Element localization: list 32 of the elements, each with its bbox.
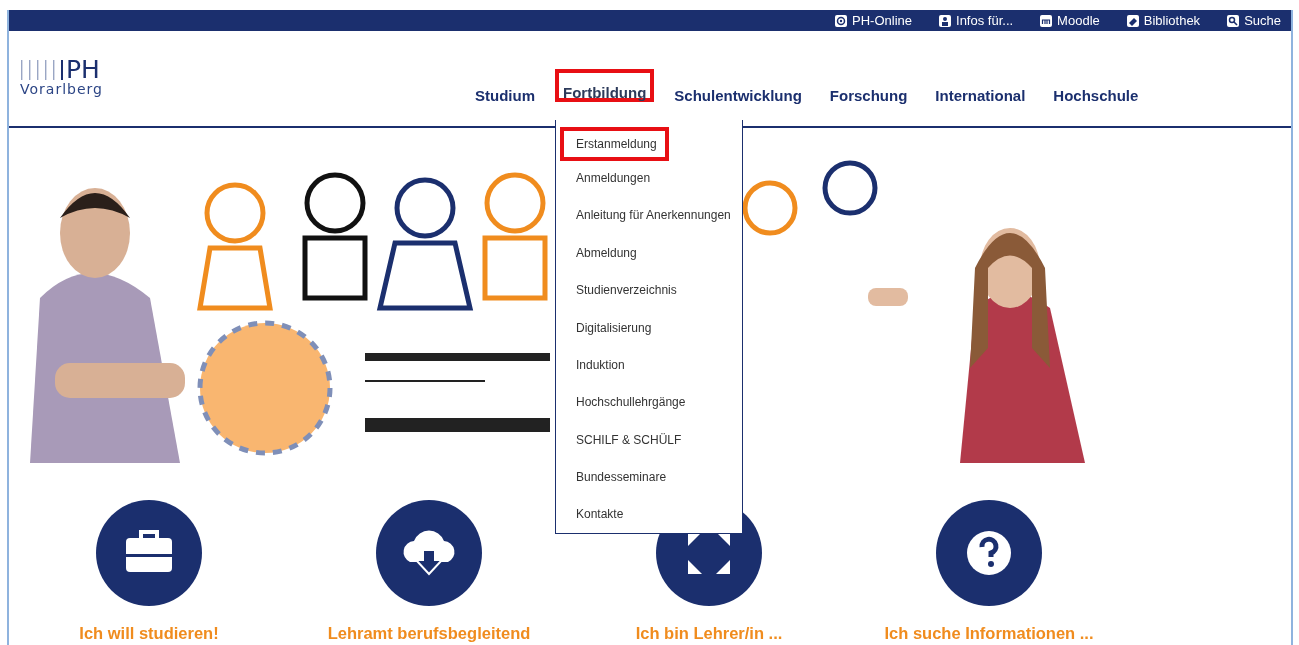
top-link[interactable]: Bibliothek [1126,13,1201,28]
top-link[interactable]: Suche [1227,13,1281,28]
menu-item[interactable]: Erstanmeldung [576,136,657,151]
menu-item[interactable]: SCHILF & SCHÜLF [576,432,682,447]
logo-mark[interactable]: PH [66,59,100,81]
menu-item[interactable]: Hochschullehrgänge [576,395,686,410]
nav-item[interactable]: Forschung [829,86,908,106]
logo-bars-icon [20,59,64,81]
search-icon [1227,14,1240,27]
top-link[interactable]: Moodle [1040,13,1100,28]
briefcase-icon[interactable] [96,500,202,606]
menu-item[interactable]: Digitalisierung [576,320,652,335]
nav-item[interactable]: Hochschule [1053,86,1139,106]
menu-item[interactable]: Bundesseminare [576,469,667,484]
top-link[interactable]: Infos für... [939,13,1014,28]
nav-item[interactable]: Fortbildung [563,83,647,103]
menu-item[interactable]: Anleitung für Anerkennungen [576,208,731,223]
question-icon[interactable] [936,500,1042,606]
menu-item[interactable]: Kontakte [576,507,624,522]
nav-item[interactable]: Studium [475,86,535,106]
menu-item[interactable]: Abmeldung [576,245,637,260]
nav-item[interactable]: International [935,86,1026,106]
menu-item[interactable]: Induktion [576,357,625,372]
menu-item[interactable]: Anmeldungen [576,171,651,186]
person-icon [939,14,951,27]
square-m-icon [1040,14,1053,27]
cloud-download-icon[interactable] [376,500,482,606]
top-link[interactable]: PH-Online [835,13,912,28]
target-icon [835,14,848,27]
logo-text[interactable]: Vorarlberg [20,81,475,97]
nav-item[interactable]: Schulentwicklung [674,86,802,106]
menu-item[interactable]: Studienverzeichnis [576,283,677,298]
